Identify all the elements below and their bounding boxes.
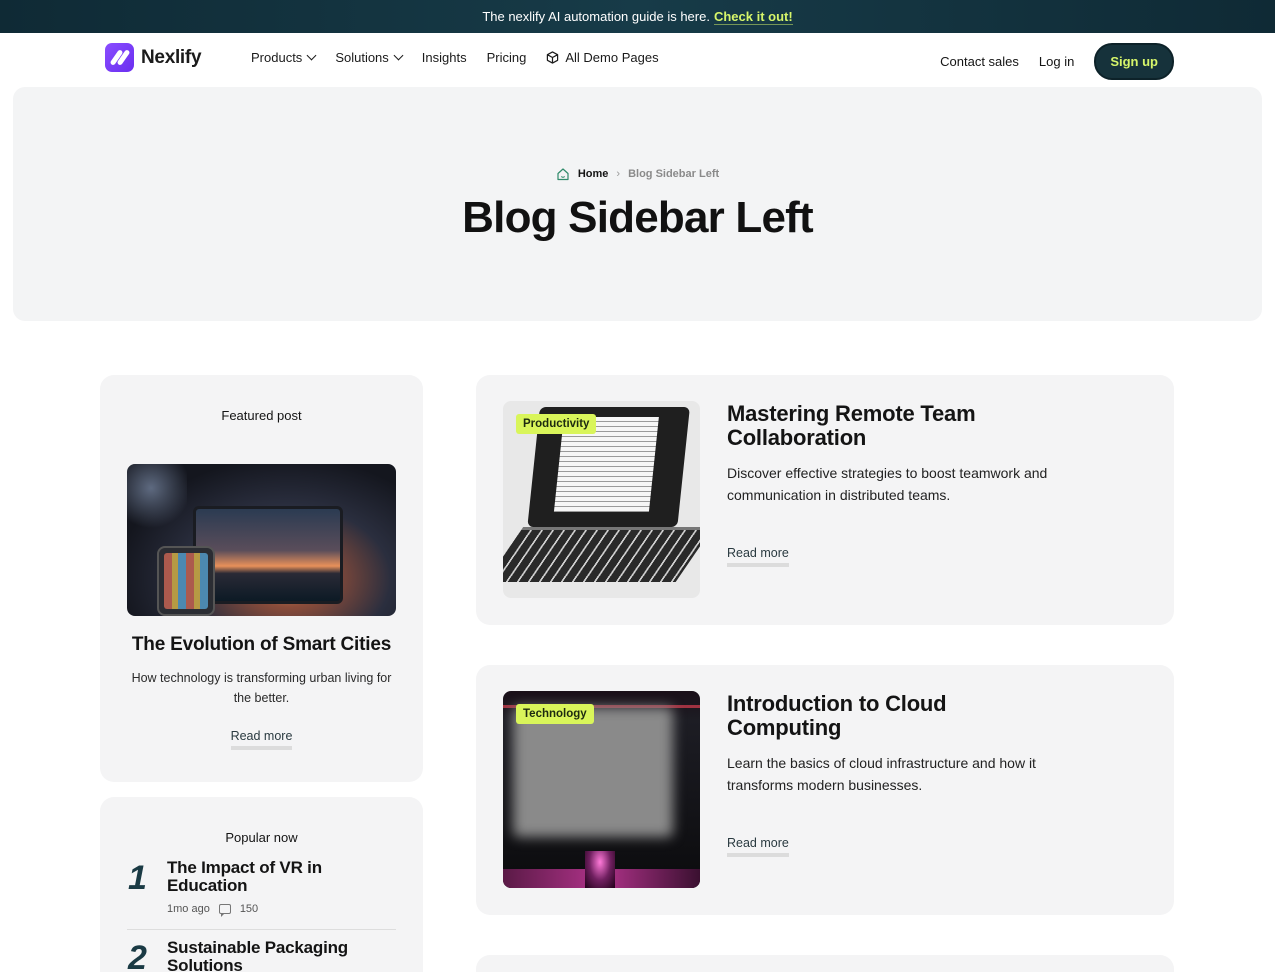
featured-post-card: Featured post The Evolution of Smart Cit…: [100, 375, 423, 782]
page-hero: Home › Blog Sidebar Left Blog Sidebar Le…: [13, 87, 1262, 321]
image-keyboard: [503, 527, 700, 582]
nav-actions: Contact sales Log in Sign up: [940, 43, 1174, 80]
main-nav: Nexlify Products Solutions Insights Pric…: [0, 33, 1275, 87]
popular-item-meta: 1mo ago 150: [167, 903, 259, 917]
chevron-down-icon: [393, 50, 404, 61]
nav-item-label: Insights: [421, 50, 467, 65]
featured-read-more-wrap: Read more: [100, 727, 423, 750]
image-monitor-glow: [513, 707, 673, 837]
read-more-link[interactable]: Read more: [230, 729, 293, 750]
popular-item-title[interactable]: The Impact of VR in Education: [167, 859, 382, 895]
blog-post-image[interactable]: Technology: [503, 691, 700, 888]
read-more-link[interactable]: Read more: [727, 546, 789, 567]
blog-post-card: [476, 955, 1174, 972]
chevron-right-icon: ›: [616, 168, 621, 180]
featured-post-title[interactable]: The Evolution of Smart Cities: [100, 634, 423, 656]
featured-post-image[interactable]: [127, 464, 396, 616]
announcement-link[interactable]: Check it out!: [713, 9, 793, 25]
comment-icon: [218, 904, 231, 917]
blog-post-card: Productivity Mastering Remote Team Colla…: [476, 375, 1174, 625]
image-lamp: [127, 464, 187, 544]
nav-item-demo-pages[interactable]: All Demo Pages: [546, 50, 659, 65]
featured-heading: Featured post: [221, 408, 302, 423]
popular-item-age: 1mo ago: [167, 903, 210, 915]
signup-button[interactable]: Sign up: [1094, 43, 1174, 80]
popular-item-title[interactable]: Sustainable Packaging Solutions: [167, 939, 382, 972]
page-title: Blog Sidebar Left: [462, 193, 813, 242]
chevron-down-icon: [306, 50, 317, 61]
featured-post-excerpt: How technology is transforming urban liv…: [131, 671, 392, 705]
popular-item-comments: 150: [239, 903, 259, 915]
blog-post-title[interactable]: Introduction to Cloud Computing: [727, 692, 1047, 740]
popular-item-number: 2: [128, 939, 147, 972]
image-laptop-screen: [193, 506, 343, 604]
nav-item-solutions[interactable]: Solutions: [335, 50, 404, 65]
nav-item-pricing[interactable]: Pricing: [487, 50, 527, 65]
nav-menu: Products Solutions Insights Pricing All …: [251, 50, 659, 65]
nav-item-label: All Demo Pages: [565, 50, 659, 65]
blog-post-image[interactable]: Productivity: [503, 401, 700, 598]
cube-icon: [547, 51, 559, 64]
blog-post-card: Technology Introduction to Cloud Computi…: [476, 665, 1174, 915]
popular-now-card: Popular now 1 The Impact of VR in Educat…: [100, 797, 423, 972]
blog-post-excerpt: Learn the basics of cloud infrastructure…: [727, 755, 1036, 793]
blog-post-excerpt: Discover effective strategies to boost t…: [727, 465, 1048, 503]
brand-name: Nexlify: [141, 46, 202, 68]
nav-item-label: Products: [251, 50, 303, 65]
nav-item-label: Solutions: [335, 50, 389, 65]
read-more-link[interactable]: Read more: [727, 836, 789, 857]
category-badge[interactable]: Productivity: [516, 414, 597, 434]
nav-item-insights[interactable]: Insights: [422, 50, 467, 65]
announcement-bar: The nexlify AI automation guide is here.…: [0, 0, 1275, 33]
category-badge[interactable]: Technology: [516, 704, 594, 724]
image-monitor-stand: [585, 851, 615, 888]
home-icon[interactable]: [556, 167, 570, 181]
image-phone: [157, 546, 215, 616]
popular-heading: Popular now: [225, 830, 298, 845]
breadcrumb-current: Blog Sidebar Left: [628, 168, 720, 180]
brand-logo-icon: [105, 43, 134, 72]
breadcrumb: Home › Blog Sidebar Left: [13, 167, 1262, 181]
announcement-text: The nexlify AI automation guide is here.: [482, 9, 710, 24]
nav-item-label: Pricing: [486, 50, 527, 65]
login-link[interactable]: Log in: [1039, 54, 1074, 69]
breadcrumb-home[interactable]: Home: [578, 168, 609, 180]
contact-sales-link[interactable]: Contact sales: [940, 54, 1019, 69]
blog-post-title[interactable]: Mastering Remote Team Collaboration: [727, 402, 1047, 450]
popular-item-number: 1: [128, 859, 147, 897]
brand-logo[interactable]: Nexlify: [105, 43, 202, 72]
divider: [127, 929, 396, 930]
nav-item-products[interactable]: Products: [251, 50, 317, 65]
